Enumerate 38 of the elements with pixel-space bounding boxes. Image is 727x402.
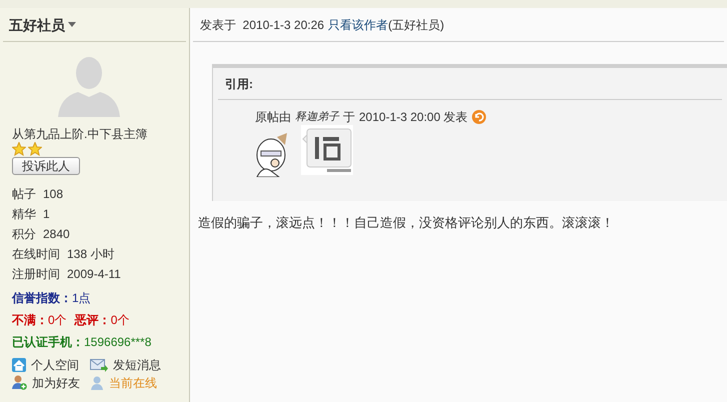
rank-title: 从第九品上阶.中下县主簿 <box>12 127 148 141</box>
profile-action-link[interactable]: 个人空间 <box>31 358 79 372</box>
stat-value: 108 <box>43 187 64 201</box>
star-icon <box>28 142 42 156</box>
original-author: 释迦弟子 <box>295 110 339 124</box>
report-button[interactable]: 投诉此人 <box>12 157 80 175</box>
profile-action-link[interactable]: 加为好友 <box>32 376 80 390</box>
quote-title: 引用: <box>225 76 253 90</box>
avatar-silhouette <box>58 57 120 117</box>
post-time: 发表于 2010-1-3 20:26 <box>200 18 324 32</box>
original-time: 2010-1-3 20:00 发表 <box>359 110 468 124</box>
quote-by: 于 <box>343 110 355 124</box>
stat-label: 注册时间 <box>12 267 60 281</box>
quote-prefix: 原帖由 <box>255 110 291 124</box>
stat-label: 帖子 <box>12 187 36 201</box>
stat-value: 138 小时 <box>67 247 114 261</box>
person-add-icon <box>12 375 27 390</box>
stat-value: 1 <box>43 207 50 221</box>
stat-label: 积分 <box>12 227 36 241</box>
credit-score: 信誉指数：1点 <box>12 291 91 305</box>
post-body: 造假的骗子，滚远点！！！自己造假，没资格评论别人的东西。滚滚滚！ <box>198 215 614 231</box>
complaint-count: 不满：0个 <box>12 313 67 327</box>
caret-icon <box>68 22 76 27</box>
person-icon <box>90 376 104 390</box>
verified-phone: 已认证手机：1596696***8 <box>12 335 152 349</box>
stat-value: 2009-4-11 <box>67 267 121 281</box>
stat-label: 精华 <box>12 207 36 221</box>
house-icon <box>12 358 26 372</box>
complaint-count: 恶评：0个 <box>74 313 130 327</box>
author-name[interactable]: 五好社员 <box>9 18 65 32</box>
author-name-label: (五好社员) <box>388 18 444 32</box>
back-arrow-icon[interactable] <box>472 110 486 124</box>
stat-value: 2840 <box>43 227 70 241</box>
envelope-icon <box>90 358 108 372</box>
star-icon <box>12 142 26 156</box>
author-only-link[interactable]: 只看该作者 <box>328 18 388 32</box>
profile-action-link[interactable]: 发短消息 <box>113 358 161 372</box>
stat-label: 在线时间 <box>12 247 60 261</box>
